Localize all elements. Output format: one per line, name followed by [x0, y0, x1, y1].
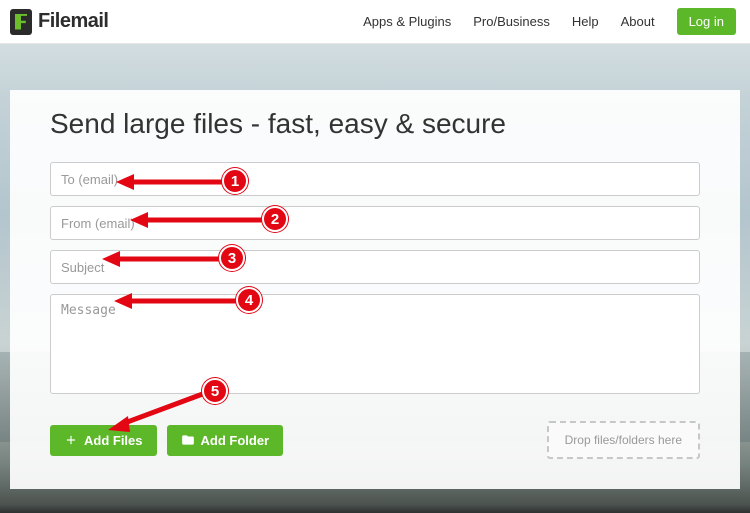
- from-email-field[interactable]: [50, 206, 700, 240]
- folder-icon: [181, 433, 195, 447]
- nav-apps[interactable]: Apps & Plugins: [363, 14, 451, 29]
- nav-pro[interactable]: Pro/Business: [473, 14, 550, 29]
- action-row: Add Files Add Folder Drop files/folders …: [50, 421, 700, 459]
- plus-file-icon: [64, 433, 78, 447]
- top-bar: Filemail Apps & Plugins Pro/Business Hel…: [0, 0, 750, 44]
- add-folder-label: Add Folder: [201, 433, 270, 448]
- add-folder-button[interactable]: Add Folder: [167, 425, 284, 456]
- add-files-label: Add Files: [84, 433, 143, 448]
- nav-help[interactable]: Help: [572, 14, 599, 29]
- send-card: Send large files - fast, easy & secure A…: [10, 90, 740, 489]
- add-files-button[interactable]: Add Files: [50, 425, 157, 456]
- login-button[interactable]: Log in: [677, 8, 736, 35]
- subject-field[interactable]: [50, 250, 700, 284]
- message-field[interactable]: [50, 294, 700, 394]
- drop-zone[interactable]: Drop files/folders here: [547, 421, 700, 459]
- to-email-field[interactable]: [50, 162, 700, 196]
- brand-name: Filemail: [38, 10, 108, 33]
- top-nav: Apps & Plugins Pro/Business Help About L…: [363, 8, 736, 35]
- brand-logo-icon: [10, 9, 32, 35]
- brand-logo[interactable]: Filemail: [10, 9, 108, 35]
- nav-about[interactable]: About: [621, 14, 655, 29]
- page-title: Send large files - fast, easy & secure: [50, 108, 700, 140]
